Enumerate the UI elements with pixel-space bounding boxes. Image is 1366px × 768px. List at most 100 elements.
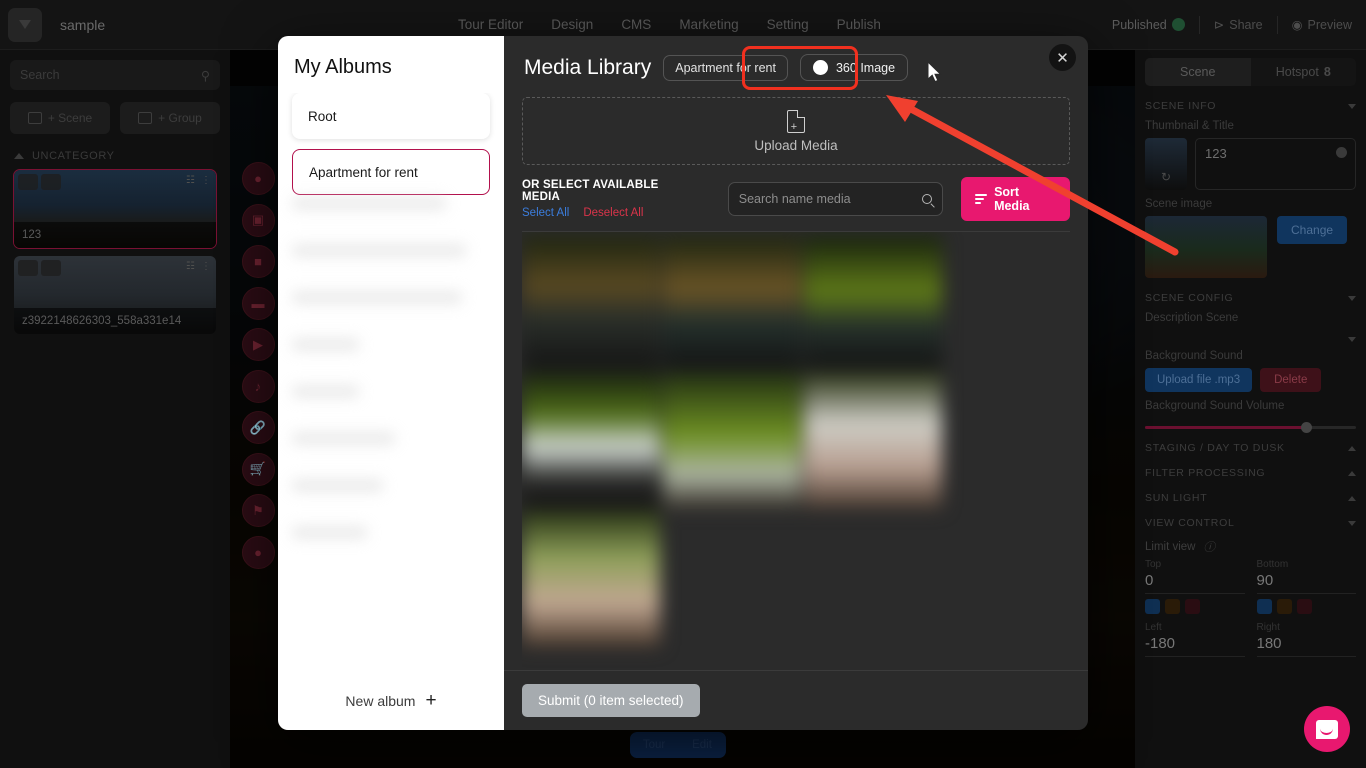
media-thumb[interactable]: [522, 511, 660, 646]
search-icon: ⚲: [200, 68, 210, 83]
image-icon[interactable]: ■: [241, 245, 275, 278]
media-thumb[interactable]: [804, 235, 942, 370]
nav-publish[interactable]: Publish: [837, 17, 881, 32]
view-field-top[interactable]: Top 0: [1145, 559, 1245, 614]
link-icon[interactable]: 🔗: [241, 411, 275, 444]
scene-badges: [18, 174, 61, 190]
media-footer: Submit (0 item selected): [504, 670, 1088, 730]
chevron-up-icon: [1348, 495, 1356, 501]
close-icon[interactable]: ✕: [1049, 44, 1076, 71]
view-control-section-header[interactable]: VIEW CONTROL: [1145, 517, 1356, 529]
scene-info-header[interactable]: SCENE INFO: [1145, 100, 1356, 112]
upload-mp3-button[interactable]: Upload file .mp3: [1145, 368, 1253, 392]
person-icon[interactable]: ●: [241, 535, 275, 569]
reset-icon: [1296, 599, 1312, 614]
published-status: Published: [1112, 17, 1185, 32]
top-right-actions: Published ⊳ Share ◉ Preview: [1112, 15, 1352, 34]
album-label: Apartment for rent: [309, 164, 418, 180]
nav-cms[interactable]: CMS: [621, 17, 651, 32]
category-header[interactable]: UNCATEGORY: [14, 150, 230, 162]
scene-card-2[interactable]: ☷ ⋮ z3922148626303_558a331e14: [14, 256, 216, 334]
chevron-up-icon: [14, 153, 24, 159]
reset-icon: [1185, 599, 1200, 614]
media-grid[interactable]: [522, 231, 1070, 670]
albums-list-blurred[interactable]: [292, 197, 490, 672]
video-icon[interactable]: ▶: [241, 328, 275, 361]
view-fields-row-2: Left -180 Right 180: [1145, 622, 1356, 657]
view-field-right[interactable]: Right 180: [1256, 622, 1356, 657]
media-thumb[interactable]: [522, 373, 660, 508]
media-panel: Media Library Apartment for rent 360 Ima…: [504, 36, 1088, 730]
submit-button[interactable]: Submit (0 item selected): [522, 684, 700, 717]
scene-badges: [18, 260, 61, 276]
tab-scene[interactable]: Scene: [1145, 58, 1251, 86]
view-field-bottom[interactable]: Bottom 90: [1256, 559, 1356, 614]
app-logo[interactable]: [8, 7, 42, 42]
select-all-link[interactable]: Select All: [522, 207, 569, 219]
albums-panel: My Albums Root Apartment for rent New al…: [278, 36, 504, 730]
description-scene-label: Description Scene: [1145, 312, 1239, 324]
nav-setting[interactable]: Setting: [767, 17, 809, 32]
new-album-button[interactable]: New album +: [278, 672, 504, 730]
media-thumb[interactable]: [804, 373, 942, 508]
media-thumb[interactable]: [522, 235, 660, 370]
scene-info-label: SCENE INFO: [1145, 100, 1217, 112]
media-thumb[interactable]: [663, 235, 801, 370]
staging-section-header[interactable]: STAGING / DAY TO DUSK: [1145, 442, 1356, 454]
scene-actions[interactable]: ☷ ⋮: [186, 175, 211, 186]
scenes-sidebar: Search ⚲ + Scene + Group UNCATEGORY ☷ ⋮ 1…: [0, 50, 230, 768]
toggle-tour[interactable]: Tour: [630, 732, 678, 758]
album-item-root[interactable]: Root: [292, 93, 490, 139]
filter-section-header[interactable]: FILTER PROCESSING: [1145, 467, 1356, 479]
media-search-box[interactable]: [727, 182, 944, 216]
search-input[interactable]: [738, 192, 919, 206]
tab-hotspot[interactable]: Hotspot 8: [1251, 58, 1357, 86]
info-card-icon[interactable]: ▣: [241, 203, 275, 237]
upload-media-dropzone[interactable]: Upload Media: [522, 97, 1070, 165]
toggle-edit[interactable]: Edit: [678, 732, 726, 758]
scene-config-header[interactable]: SCENE CONFIG: [1145, 292, 1356, 304]
sort-media-button[interactable]: Sort Media: [961, 177, 1071, 221]
view-field-left[interactable]: Left -180: [1145, 622, 1245, 657]
limit-view-row[interactable]: Limit view ⓘ: [1145, 539, 1356, 555]
deselect-all-link[interactable]: Deselect All: [583, 207, 643, 219]
chevron-up-icon: [1348, 445, 1356, 451]
sunlight-section-header[interactable]: SUN LIGHT: [1145, 492, 1356, 504]
change-image-button[interactable]: Change: [1277, 216, 1348, 244]
text-icon[interactable]: ▬: [241, 286, 275, 320]
scene-properties-panel: Scene Hotspot 8 SCENE INFO Thumbnail & Ti…: [1135, 50, 1366, 768]
cart-icon[interactable]: 🛒: [241, 452, 275, 486]
nav-tour-editor[interactable]: Tour Editor: [458, 17, 523, 32]
panel-tabs: Scene Hotspot 8: [1145, 58, 1356, 86]
intercom-chat-button[interactable]: [1304, 706, 1350, 752]
album-item-apartment-for-rent[interactable]: Apartment for rent: [292, 149, 490, 195]
scene-title-value: 123: [1205, 146, 1227, 161]
audio-icon[interactable]: ♪: [241, 369, 275, 403]
preview-button[interactable]: ◉ Preview: [1292, 17, 1352, 33]
add-group-button[interactable]: + Group: [120, 102, 220, 134]
select-toolbar: OR SELECT AVAILABLE MEDIA Select All Des…: [504, 165, 1088, 231]
scene-card-123[interactable]: ☷ ⋮ 123: [13, 169, 217, 249]
scene-image-preview[interactable]: [1145, 216, 1267, 278]
folder-icon: [138, 112, 153, 124]
nav-design[interactable]: Design: [551, 17, 593, 32]
delete-sound-button[interactable]: Delete: [1260, 368, 1322, 392]
scene-thumbnail-preview[interactable]: ↻: [1145, 138, 1187, 190]
scene-title-input[interactable]: 123: [1195, 138, 1356, 190]
tag-icon[interactable]: ⚑: [241, 494, 275, 527]
pin-icon[interactable]: ●: [241, 162, 275, 195]
nav-marketing[interactable]: Marketing: [679, 17, 738, 32]
volume-slider[interactable]: [1145, 422, 1356, 433]
media-thumb[interactable]: [663, 373, 801, 508]
divider: [1276, 15, 1278, 34]
tour-edit-toggle[interactable]: Tour Edit: [630, 732, 726, 758]
scene-search-input[interactable]: Search ⚲: [10, 60, 220, 90]
slider-knob[interactable]: [1301, 422, 1313, 433]
refresh-icon[interactable]: ↻: [1161, 170, 1171, 184]
description-collapse[interactable]: [1145, 337, 1356, 342]
add-scene-button[interactable]: + Scene: [10, 102, 110, 134]
divider: [1198, 15, 1200, 34]
scene-actions[interactable]: ☷ ⋮: [186, 261, 211, 272]
plus-icon: +: [425, 690, 437, 711]
share-button[interactable]: ⊳ Share: [1214, 17, 1263, 33]
